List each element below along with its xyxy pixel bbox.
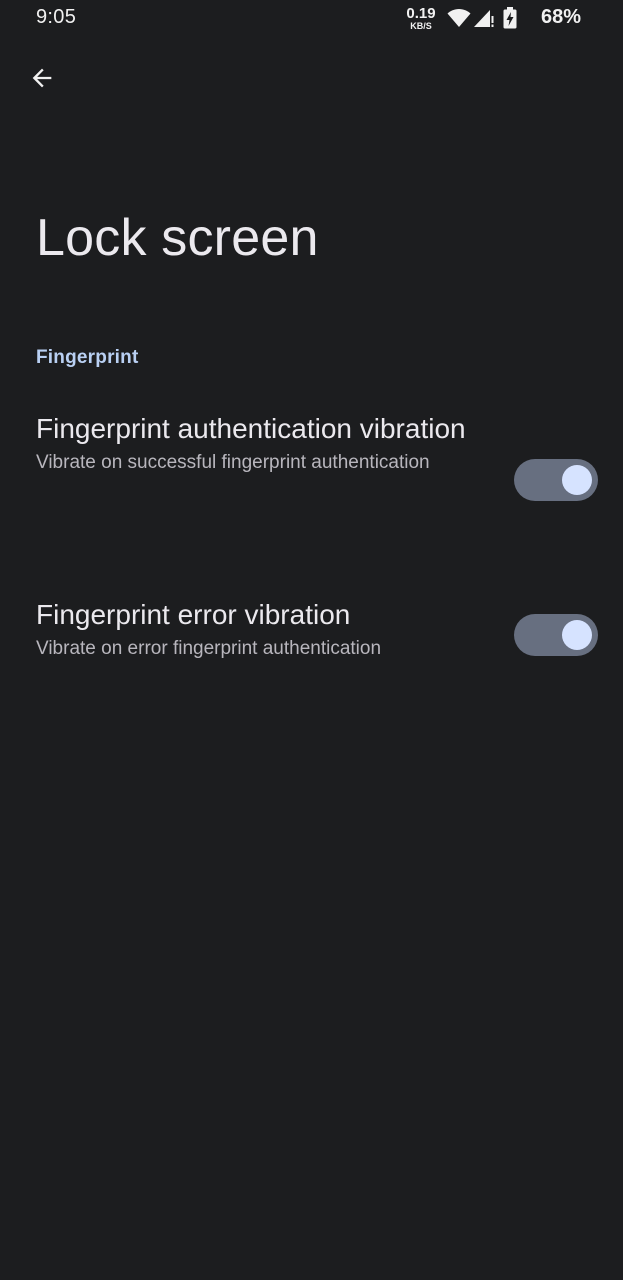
network-speed-unit: KB/S bbox=[410, 21, 432, 31]
page-title: Lock screen bbox=[36, 209, 319, 267]
status-icons: 0.19 KB/S 68% bbox=[381, 4, 581, 32]
wifi-icon bbox=[447, 8, 471, 28]
setting-text: Fingerprint authentication vibration Vib… bbox=[36, 410, 476, 476]
battery-percentage: 68% bbox=[540, 6, 581, 28]
setting-title: Fingerprint authentication vibration bbox=[36, 413, 466, 444]
status-time: 9:05 bbox=[36, 6, 77, 28]
section-header-fingerprint: Fingerprint bbox=[36, 347, 139, 368]
network-speed-value: 0.19 bbox=[406, 5, 436, 22]
battery-charging-icon bbox=[503, 7, 517, 29]
arrow-back-icon bbox=[32, 68, 52, 88]
setting-title: Fingerprint error vibration bbox=[36, 599, 351, 630]
toggle-switch[interactable] bbox=[514, 459, 598, 501]
back-button[interactable] bbox=[22, 58, 62, 98]
toggle-switch[interactable] bbox=[514, 614, 598, 656]
toggle-switch-thumb bbox=[562, 465, 592, 495]
setting-summary: Vibrate on successful fingerprint authen… bbox=[36, 452, 430, 473]
setting-text: Fingerprint error vibration Vibrate on e… bbox=[36, 596, 476, 662]
setting-fingerprint-error-vibration[interactable]: Fingerprint error vibration Vibrate on e… bbox=[0, 596, 623, 686]
toggle-switch-thumb bbox=[562, 620, 592, 650]
lock-screen-settings: 9:05 0.19 KB/S 68% Lock screen Fingerpri… bbox=[0, 0, 623, 1280]
setting-fingerprint-authentication-vibration[interactable]: Fingerprint authentication vibration Vib… bbox=[0, 410, 623, 560]
setting-summary: Vibrate on error fingerprint authenticat… bbox=[36, 638, 382, 659]
signal-icon bbox=[473, 8, 495, 28]
network-speed: 0.19 KB/S bbox=[403, 6, 439, 31]
status-bar: 9:05 0.19 KB/S 68% bbox=[0, 0, 623, 36]
